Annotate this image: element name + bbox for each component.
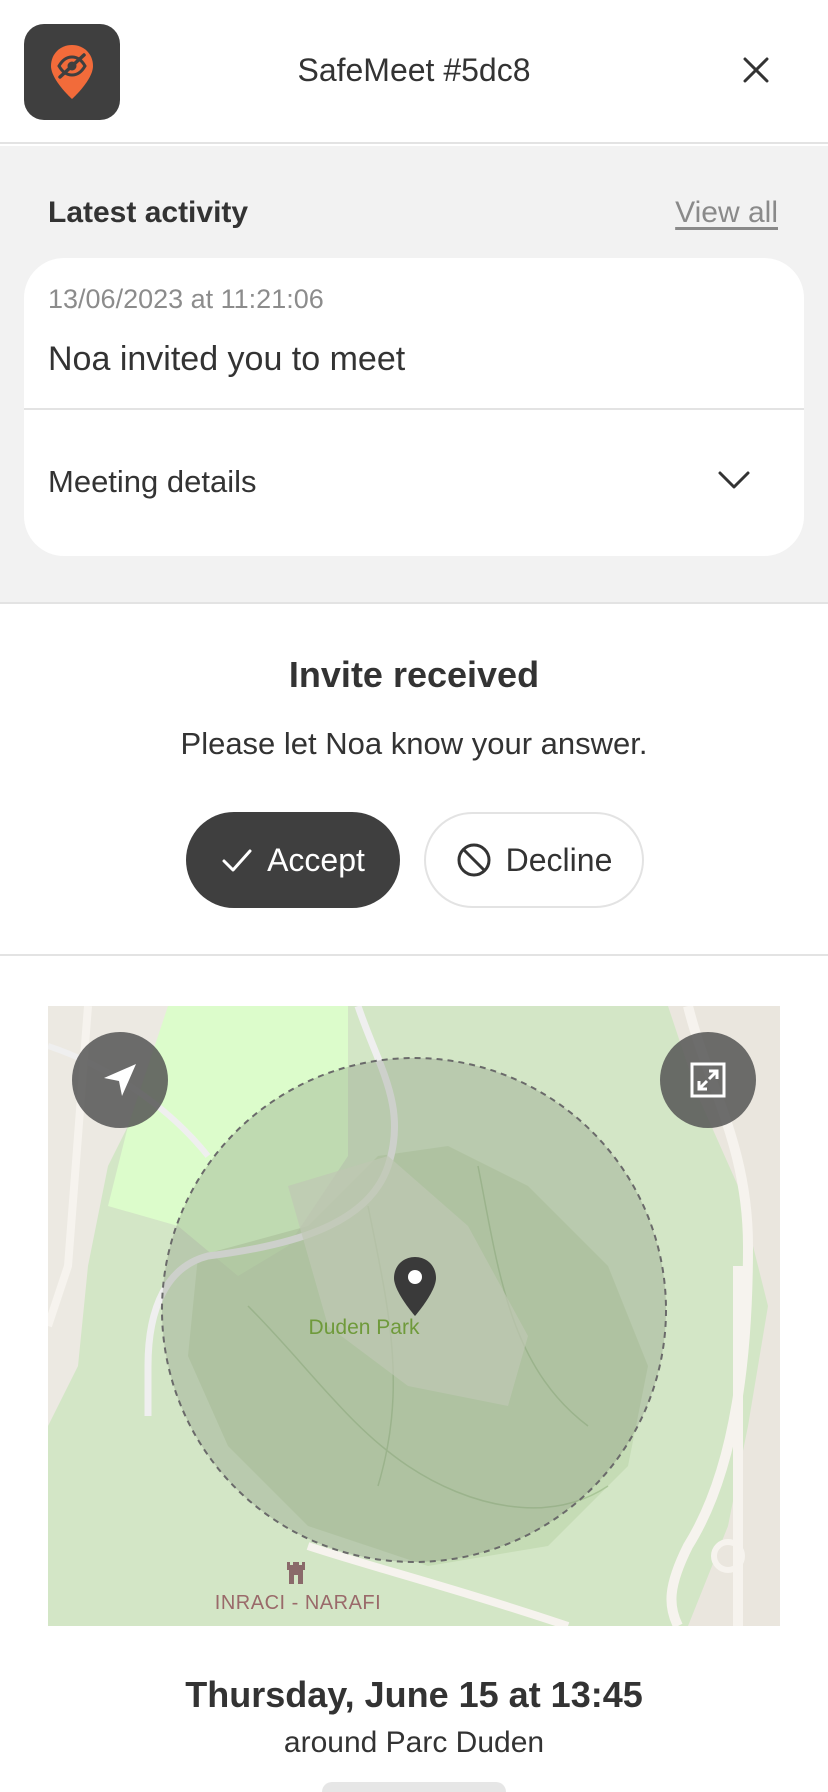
view-all-link[interactable]: View all <box>675 196 778 230</box>
invite-subtitle: Please let Noa know your answer. <box>180 726 648 761</box>
block-icon <box>457 843 491 877</box>
meeting-location: around Parc Duden <box>283 1726 545 1759</box>
bottom-sheet-handle[interactable] <box>322 1782 506 1792</box>
expand-map-button[interactable] <box>660 1032 756 1128</box>
chevron-down-icon <box>718 471 750 489</box>
invite-title: Invite received <box>288 654 540 695</box>
meeting-map[interactable]: Duden Park INRACI - NARAFI <box>48 1006 780 1626</box>
top-bar: SafeMeet #5dc8 <box>0 0 828 144</box>
meeting-datetime: Thursday, June 15 at 13:45 <box>185 1674 643 1715</box>
decline-label: Decline <box>505 841 613 878</box>
decline-button[interactable]: Decline <box>424 812 644 908</box>
accept-button[interactable]: Accept <box>186 812 400 908</box>
activity-message: Noa invited you to meet <box>48 340 406 378</box>
activity-section: Latest activity View all 13/06/2023 at 1… <box>0 146 828 604</box>
park-label: Duden Park <box>308 1316 420 1339</box>
page-title: SafeMeet #5dc8 <box>297 52 531 88</box>
section-heading: Latest activity <box>48 196 249 229</box>
close-icon <box>743 57 769 83</box>
location-pin-icon[interactable] <box>392 1256 438 1318</box>
close-button[interactable] <box>730 44 782 96</box>
castle-icon <box>287 1562 305 1584</box>
check-icon <box>222 849 252 872</box>
activity-card: 13/06/2023 at 11:21:06 Noa invited you t… <box>24 258 804 556</box>
meeting-details-label: Meeting details <box>48 464 257 499</box>
invite-section: Invite received Please let Noa know your… <box>0 604 828 956</box>
locate-me-button[interactable] <box>72 1032 168 1128</box>
activity-timestamp: 13/06/2023 at 11:21:06 <box>48 284 324 314</box>
meeting-details-toggle[interactable]: Meeting details <box>24 410 804 556</box>
accept-label: Accept <box>267 841 365 878</box>
navigation-arrow-icon <box>104 1064 136 1096</box>
fullscreen-icon <box>690 1062 726 1098</box>
poi-label: INRACI - NARAFI <box>214 1592 382 1614</box>
